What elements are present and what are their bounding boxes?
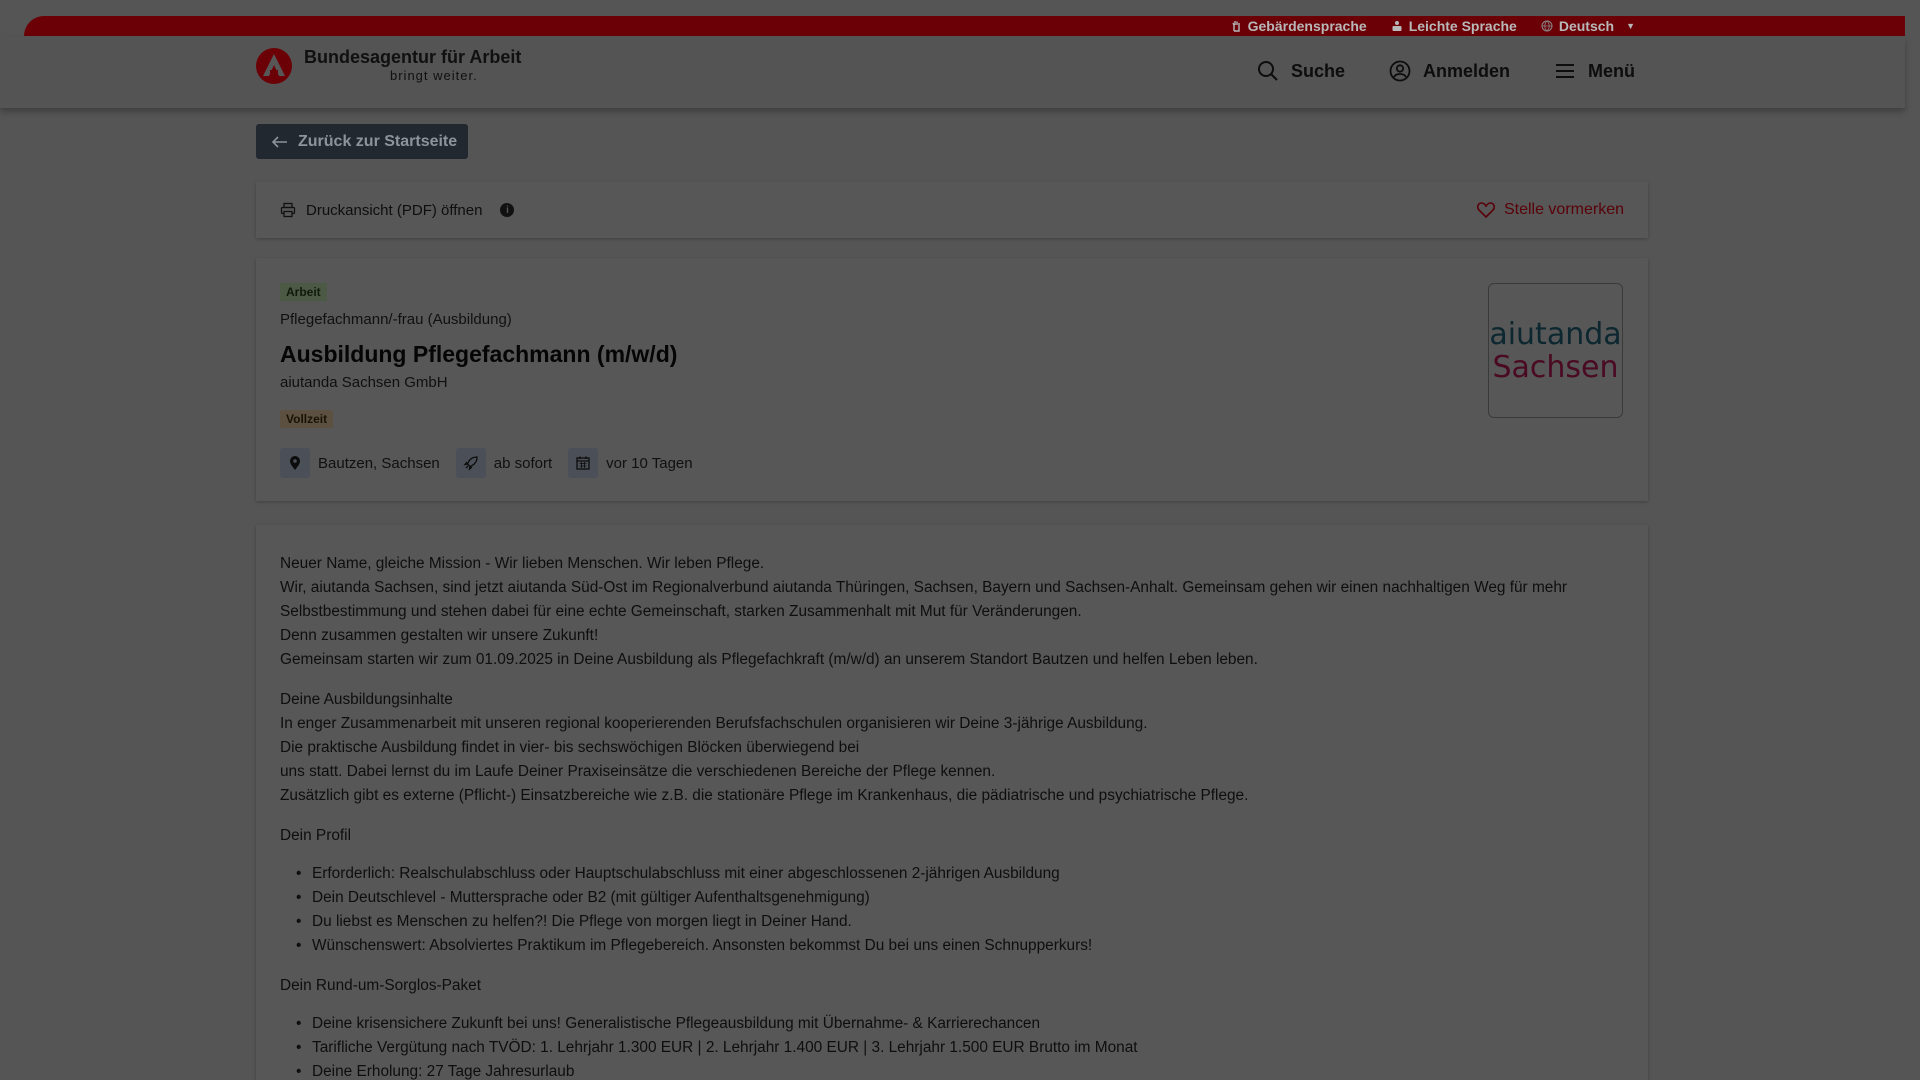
profile-list: Erforderlich: Realschulabschluss oder Ha… xyxy=(288,862,1624,958)
search-nav-label: Suche xyxy=(1290,60,1345,81)
search-icon xyxy=(1257,61,1278,81)
start-text: ab sofort xyxy=(493,454,553,472)
list-item: Du liebst es Menschen zu helfen?! Die Pf… xyxy=(288,910,1624,934)
bookmark-label: Stelle vormerken xyxy=(1503,201,1624,218)
agency-logo[interactable]: Bundesagentur für Arbeit bringt weiter. xyxy=(256,48,521,84)
sign-language-label: Gebärdensprache xyxy=(1247,18,1367,34)
list-item: Tarifliche Vergütung nach TVÖD: 1. Lehrj… xyxy=(288,1036,1624,1060)
sign-language-link[interactable]: Gebärdensprache xyxy=(1230,18,1367,34)
logo-tagline: bringt weiter. xyxy=(390,68,478,83)
intro-line: Neuer Name, gleiche Mission - Wir lieben… xyxy=(280,555,765,572)
start-info: ab sofort xyxy=(455,448,553,478)
heart-icon xyxy=(1476,202,1495,219)
job-category: Pflegefachmann/-frau (Ausbildung) xyxy=(280,311,512,328)
worktime-badge: Vollzeit xyxy=(280,410,334,428)
section-line: uns statt. Dabei lernst du im Laufe Dein… xyxy=(280,763,996,780)
accessibility-bar: Gebärdensprache Leichte Sprache Deutsch … xyxy=(24,16,1905,36)
job-summary-card: Arbeit Pflegefachmann/-frau (Ausbildung)… xyxy=(256,258,1648,501)
printer-icon xyxy=(280,202,296,218)
action-bar: Druckansicht (PDF) öffnen i Stelle vorme… xyxy=(256,182,1648,238)
back-to-home-button[interactable]: Zurück zur Startseite xyxy=(256,124,468,159)
print-pdf-label: Druckansicht (PDF) öffnen xyxy=(306,201,483,219)
main-nav: Suche Anmelden Menü xyxy=(1257,60,1635,82)
intro-line: Wir, aiutanda Sachsen, sind jetzt aiutan… xyxy=(280,579,1568,620)
posted-text: vor 10 Tagen xyxy=(606,454,693,472)
section-heading: Dein Rund-um-Sorglos-Paket xyxy=(280,977,482,994)
sign-language-icon xyxy=(1231,21,1240,32)
language-select[interactable]: Deutsch ▼ xyxy=(1541,18,1635,34)
job-description: Neuer Name, gleiche Mission - Wir lieben… xyxy=(256,525,1648,1080)
benefits-list: Deine krisensichere Zukunft bei uns! Gen… xyxy=(288,1012,1624,1080)
section-heading: Deine Ausbildungsinhalte xyxy=(280,691,453,708)
login-nav-button[interactable]: Anmelden xyxy=(1389,60,1510,82)
easy-language-icon xyxy=(1392,21,1402,31)
company-logo-line2: Sachsen xyxy=(1492,349,1619,385)
chevron-down-icon: ▼ xyxy=(1626,21,1635,31)
globe-icon xyxy=(1541,20,1553,32)
job-title: Ausbildung Pflegefachmann (m/w/d) xyxy=(280,341,678,367)
language-label: Deutsch xyxy=(1558,18,1615,34)
intro-line: Gemeinsam starten wir zum 01.09.2025 in … xyxy=(280,651,1258,668)
posted-info: vor 10 Tagen xyxy=(568,448,693,478)
site-header: Bundesagentur für Arbeit bringt weiter. … xyxy=(0,36,1905,108)
location-pin-icon xyxy=(280,448,310,478)
menu-nav-button[interactable]: Menü xyxy=(1554,60,1635,82)
agency-logo-icon xyxy=(256,48,292,84)
back-label: Zurück zur Startseite xyxy=(298,132,458,150)
easy-language-label: Leichte Sprache xyxy=(1408,18,1517,34)
logo-title: Bundesagentur für Arbeit xyxy=(304,47,522,67)
section-line: In enger Zusammenarbeit mit unseren regi… xyxy=(280,715,1148,732)
employer-name: aiutanda Sachsen GmbH xyxy=(280,374,448,391)
section-line: Die praktische Ausbildung findet in vier… xyxy=(280,739,860,756)
job-meta: Bautzen, Sachsen ab sofort vor 10 Tagen xyxy=(280,448,693,478)
location-info: Bautzen, Sachsen xyxy=(280,448,440,478)
location-text: Bautzen, Sachsen xyxy=(318,454,440,472)
section-line: Zusätzlich gibt es externe (Pflicht-) Ei… xyxy=(280,787,1249,804)
user-icon xyxy=(1389,60,1411,82)
training-section: Deine Ausbildungsinhalte In enger Zusamm… xyxy=(280,688,1624,808)
list-item: Erforderlich: Realschulabschluss oder Ha… xyxy=(288,862,1624,886)
bookmark-job-button[interactable]: Stelle vormerken xyxy=(1476,200,1624,220)
rocket-icon xyxy=(455,448,486,478)
calendar-icon xyxy=(568,448,599,478)
list-item: Deine krisensichere Zukunft bei uns! Gen… xyxy=(288,1012,1624,1036)
job-type-badge: Arbeit xyxy=(280,283,327,301)
info-icon[interactable]: i xyxy=(500,203,515,217)
search-nav-button[interactable]: Suche xyxy=(1257,60,1345,82)
arrow-left-icon xyxy=(272,135,287,148)
easy-language-link[interactable]: Leichte Sprache xyxy=(1391,18,1517,34)
print-pdf-link[interactable]: Druckansicht (PDF) öffnen i xyxy=(280,201,515,219)
login-nav-label: Anmelden xyxy=(1422,60,1510,81)
list-item: Dein Deutschlevel - Muttersprache oder B… xyxy=(288,886,1624,910)
list-item: Deine Erholung: 27 Tage Jahresurlaub xyxy=(288,1060,1624,1080)
company-logo-line1: aiutanda xyxy=(1489,316,1622,352)
list-item: Wünschenswert: Absolviertes Praktikum im… xyxy=(288,934,1624,958)
intro-line: Denn zusammen gestalten wir unsere Zukun… xyxy=(280,627,599,644)
section-heading: Dein Profil xyxy=(280,827,351,844)
company-logo: aiutanda Sachsen xyxy=(1488,283,1623,418)
hamburger-menu-icon xyxy=(1556,64,1574,78)
menu-nav-label: Menü xyxy=(1588,60,1635,81)
intro-paragraph: Neuer Name, gleiche Mission - Wir lieben… xyxy=(280,552,1624,672)
